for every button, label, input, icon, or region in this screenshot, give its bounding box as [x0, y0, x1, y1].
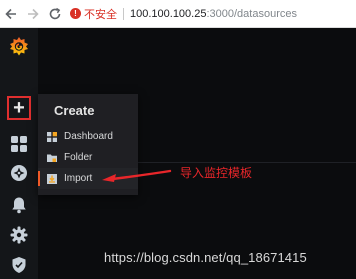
create-menu-title: Create: [54, 102, 95, 118]
configuration-button[interactable]: [0, 221, 38, 249]
grafana-logo-icon: [10, 37, 28, 56]
dashboard-icon: [47, 131, 57, 142]
forward-button[interactable]: [22, 0, 44, 28]
create-highlight-box: +: [7, 96, 31, 120]
dashboards-button[interactable]: [0, 130, 38, 158]
bell-icon: [12, 197, 26, 214]
explore-button[interactable]: [0, 159, 38, 187]
shield-icon: [12, 257, 26, 273]
reload-button[interactable]: [44, 0, 66, 28]
menu-item-label: Dashboard: [64, 131, 113, 142]
warning-icon: !: [70, 8, 81, 19]
back-arrow-icon: [5, 8, 16, 19]
watermark: https://blog.csdn.net/qq_18671415: [104, 250, 307, 265]
create-button[interactable]: +: [0, 94, 38, 122]
forward-arrow-icon: [28, 8, 39, 19]
back-button[interactable]: [0, 0, 22, 28]
menu-bottom-padding: [38, 189, 138, 195]
grid-icon: [11, 136, 27, 152]
annotation-text: 导入监控模板: [180, 166, 253, 180]
gear-icon: [10, 226, 28, 244]
compass-icon: [11, 165, 27, 181]
url-host: 100.100.100.25: [130, 7, 207, 20]
folder-icon: [47, 154, 57, 162]
url-divider: [123, 7, 124, 20]
menu-item-dashboard[interactable]: Dashboard: [38, 126, 138, 147]
reload-icon: [49, 7, 61, 19]
menu-item-label: Import: [64, 173, 93, 184]
admin-button[interactable]: [0, 251, 38, 279]
grafana-logo[interactable]: [0, 32, 38, 60]
annotation-arrow: [102, 169, 172, 182]
sidebar: +: [0, 28, 38, 279]
security-warning: 不安全: [84, 8, 117, 21]
browser-toolbar: ! 不安全 100.100.100.25 :3000/datasources: [0, 0, 356, 28]
menu-item-label: Folder: [64, 152, 93, 163]
import-icon: [47, 173, 57, 184]
alerting-button[interactable]: [0, 191, 38, 219]
plus-icon: +: [13, 97, 25, 119]
address-bar[interactable]: ! 不安全 100.100.100.25 :3000/datasources: [70, 0, 297, 28]
url-path: :3000/datasources: [206, 7, 297, 20]
